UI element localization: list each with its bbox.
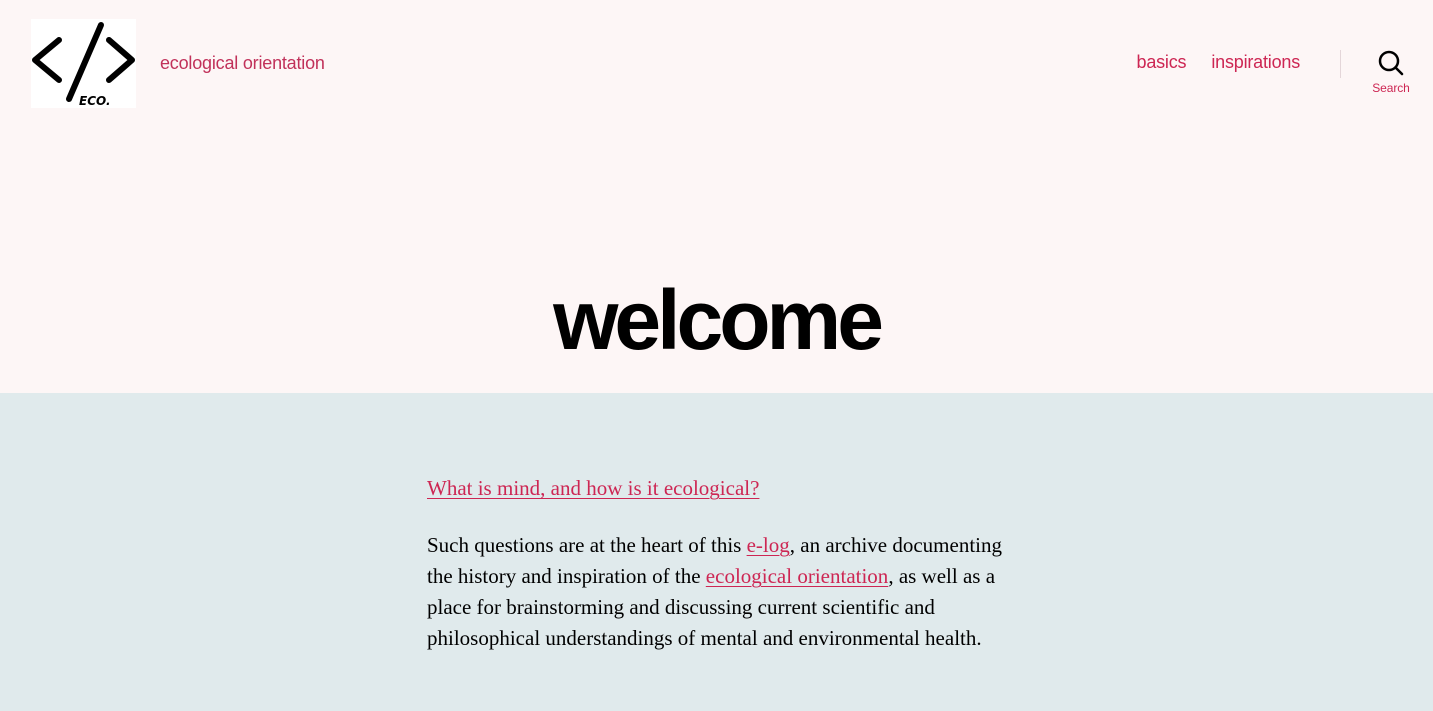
entry-content: What is mind, and how is it ecological? … [427,473,1007,680]
heading-question-link[interactable]: What is mind, and how is it ecological? [427,476,759,500]
intro-paragraph: Such questions are at the heart of this … [427,530,1007,654]
svg-text:ECO.: ECO. [79,94,111,108]
site-tagline: ecological orientation [160,53,325,73]
header-divider [1340,50,1341,78]
site-logo[interactable]: ECO. [31,19,136,108]
page-hero: welcome [0,130,1433,393]
page-title: welcome [553,273,884,368]
entry-content-area: What is mind, and how is it ecological? … [0,393,1433,711]
search-label: Search [1372,81,1410,95]
e-log-link[interactable]: e-log [747,533,790,557]
primary-nav: basics inspirations [1137,52,1301,73]
site-header: ECO. ecological orientation basics inspi… [0,0,1433,130]
intro-question: What is mind, and how is it ecological? [427,473,1007,504]
search-toggle-button[interactable]: Search [1366,50,1416,100]
ecological-orientation-link[interactable]: ecological orientation [706,564,889,588]
code-brackets-logo-icon: ECO. [32,22,135,108]
nav-item-inspirations[interactable]: inspirations [1211,52,1300,73]
paragraph-text: Such questions are at the heart of this [427,533,747,557]
nav-item-basics[interactable]: basics [1137,52,1187,73]
search-icon [1378,50,1404,76]
